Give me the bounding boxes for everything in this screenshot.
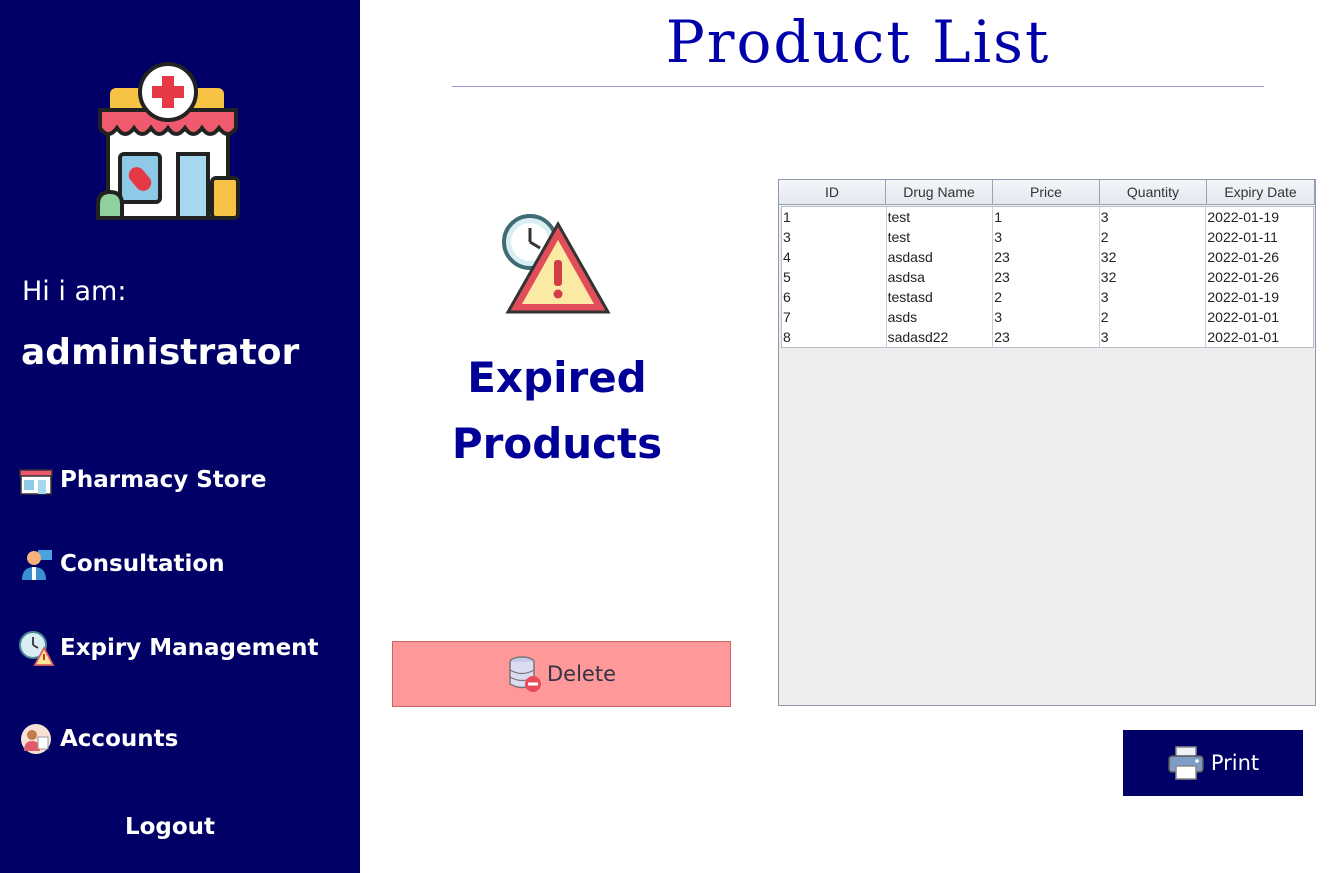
- table-cell: 2: [1100, 227, 1207, 247]
- table-row[interactable]: 7 asds 3 2 2022-01-01: [782, 307, 1313, 327]
- store-icon: [19, 469, 53, 495]
- table-cell: asds: [887, 307, 994, 327]
- table-cell: 32: [1100, 247, 1207, 267]
- table-cell: sadasd22: [887, 327, 994, 347]
- table-row[interactable]: 1 test 1 3 2022-01-19: [782, 207, 1313, 227]
- table-cell: 2: [993, 287, 1100, 307]
- table-cell: test: [887, 207, 994, 227]
- print-button-label: Print: [1210, 751, 1260, 775]
- table-cell: 23: [993, 247, 1100, 267]
- delete-button-label: Delete: [547, 662, 616, 686]
- table-header: ID Drug Name Price Quantity Expiry Date: [779, 180, 1315, 205]
- column-header[interactable]: Quantity: [1100, 180, 1207, 205]
- column-header[interactable]: Drug Name: [886, 180, 993, 205]
- table-body: 1 test 1 3 2022-01-19 3 test 3 2 2022-01-11 4 asdas…: [781, 206, 1314, 348]
- table-cell: 7: [782, 307, 887, 327]
- greeting-label: Hi i am:: [22, 276, 127, 307]
- table-cell: test: [887, 227, 994, 247]
- table-cell: 2022-01-19: [1207, 209, 1280, 225]
- table-row[interactable]: 4 asdasd 23 32 2022-01-26: [782, 247, 1313, 267]
- table-cell: 8: [782, 327, 887, 347]
- title-divider: [452, 86, 1264, 87]
- table-cell: 2022-01-11: [1207, 229, 1278, 245]
- table-cell: 2022-01-26: [1207, 269, 1280, 285]
- nav-item-pharmacy-store[interactable]: Pharmacy Store: [18, 460, 267, 500]
- table-cell: 3: [1100, 327, 1207, 347]
- table-cell: 2: [1100, 307, 1207, 327]
- section-label: Expired Products: [392, 345, 722, 477]
- expired-warning-icon: [502, 214, 611, 314]
- table-cell: 3: [782, 227, 887, 247]
- logout-button[interactable]: Logout: [0, 814, 340, 840]
- nav-item-label: Accounts: [60, 726, 179, 752]
- accounts-icon: [21, 724, 51, 754]
- print-button[interactable]: Print: [1123, 730, 1303, 796]
- pharmacy-logo-icon: [96, 62, 240, 220]
- table-cell: 2022-01-19: [1207, 289, 1280, 305]
- table-cell: 3: [993, 307, 1100, 327]
- expired-products-table[interactable]: ID Drug Name Price Quantity Expiry Date 1 tes…: [778, 179, 1316, 706]
- printer-icon: [1168, 746, 1204, 780]
- database-delete-icon: [509, 656, 541, 692]
- clock-warning-icon: [19, 631, 54, 666]
- username-label: administrator: [21, 332, 300, 373]
- table-cell: 1: [993, 207, 1100, 227]
- table-cell: 4: [782, 247, 887, 267]
- nav-item-label: Consultation: [60, 551, 225, 577]
- table-row[interactable]: 3 test 3 2 2022-01-11: [782, 227, 1313, 247]
- table-cell: asdasd: [887, 247, 994, 267]
- table-cell: 3: [1100, 287, 1207, 307]
- table-cell: 32: [1100, 267, 1207, 287]
- section-label-line1: Expired: [467, 353, 647, 402]
- nav-item-accounts[interactable]: Accounts: [18, 719, 178, 759]
- doctor-icon: [22, 550, 52, 580]
- sidebar: Hi i am: administrator Pharmacy Store Co…: [0, 0, 360, 873]
- table-cell: 23: [993, 327, 1100, 347]
- table-cell: asdsa: [887, 267, 994, 287]
- table-cell: 23: [993, 267, 1100, 287]
- delete-button[interactable]: Delete: [392, 641, 731, 707]
- table-cell: 1: [782, 207, 887, 227]
- table-cell: testasd: [887, 287, 994, 307]
- column-header[interactable]: Expiry Date: [1207, 180, 1315, 205]
- table-cell: 3: [993, 227, 1100, 247]
- section-label-line2: Products: [451, 419, 663, 468]
- nav-item-label: Pharmacy Store: [60, 467, 267, 493]
- table-cell: 2022-01-01: [1207, 309, 1280, 325]
- column-header[interactable]: Price: [993, 180, 1100, 205]
- column-header[interactable]: ID: [779, 180, 886, 205]
- nav-item-label: Expiry Management: [60, 635, 319, 661]
- table-cell: 6: [782, 287, 887, 307]
- table-cell: 5: [782, 267, 887, 287]
- nav-item-consultation[interactable]: Consultation: [18, 544, 225, 584]
- page-title: Product List: [665, 8, 1051, 76]
- table-row[interactable]: 5 asdsa 23 32 2022-01-26: [782, 267, 1313, 287]
- table-row[interactable]: 8 sadasd22 23 3 2022-01-01: [782, 327, 1313, 347]
- table-row[interactable]: 6 testasd 2 3 2022-01-19: [782, 287, 1313, 307]
- table-cell: 2022-01-26: [1207, 249, 1280, 265]
- nav-item-expiry-management[interactable]: Expiry Management: [18, 628, 319, 668]
- table-cell: 2022-01-01: [1207, 329, 1280, 345]
- table-cell: 3: [1100, 207, 1207, 227]
